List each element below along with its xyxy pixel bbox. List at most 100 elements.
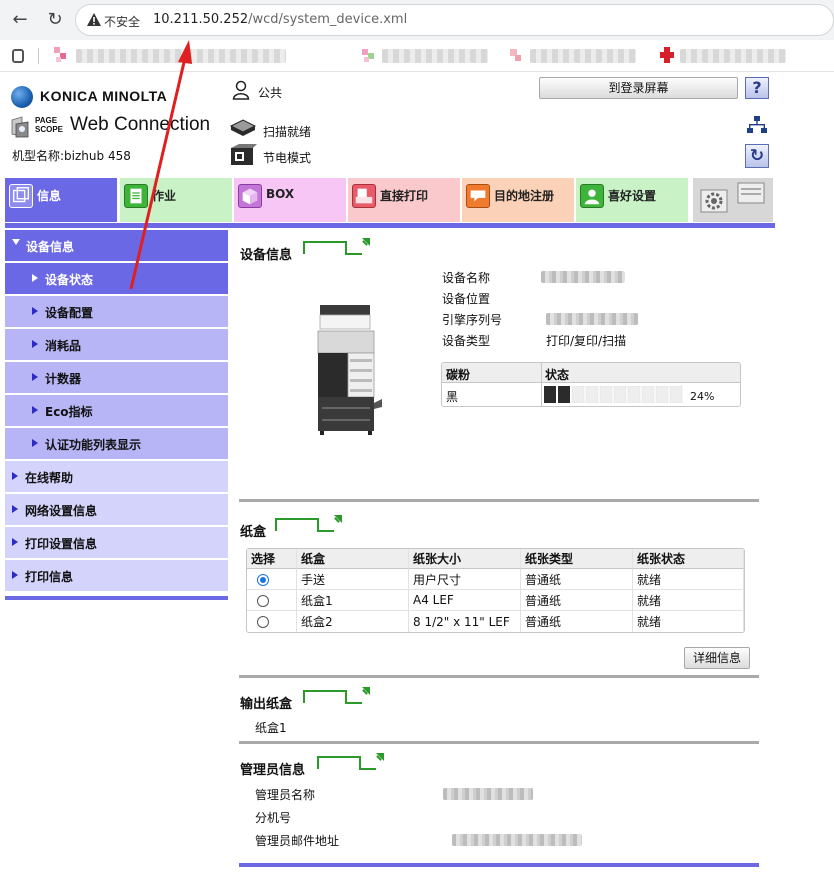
refresh-icon: ↻ xyxy=(749,146,765,166)
tray-cell: 纸盒2 xyxy=(297,611,409,632)
printer-device-image xyxy=(317,305,382,435)
toner-segment-filled xyxy=(544,386,556,403)
login-screen-button[interactable]: 到登录屏幕 xyxy=(539,77,738,99)
sidebar-item-network-settings[interactable]: 网络设置信息 xyxy=(5,494,228,526)
section-decoration-icon xyxy=(317,753,384,770)
model-name: 机型名称:bizhub 458 xyxy=(12,147,131,164)
toner-segment-empty xyxy=(641,386,655,403)
output-tray-value: 纸盒1 xyxy=(255,721,287,735)
browser-toolbar: ← ↻ 不安全 10.211.50.252/wcd/system_device.… xyxy=(0,0,834,40)
reload-icon[interactable]: ↻ xyxy=(43,8,67,32)
tab-jobs[interactable]: 作业 xyxy=(120,178,232,222)
sidebar-item-device-info[interactable]: 设备信息 xyxy=(5,230,228,262)
content-bottom-bar xyxy=(239,863,759,867)
admin-name-label: 管理员名称 xyxy=(255,788,316,802)
direct-print-tab-icon xyxy=(352,184,376,208)
section-decoration-icon xyxy=(303,687,370,704)
sidebar-item-consumables[interactable]: 消耗品 xyxy=(5,329,228,361)
size-cell: A4 LEF xyxy=(409,590,521,611)
tray-radio-button[interactable] xyxy=(257,573,269,586)
column-header: 纸张类型 xyxy=(521,549,633,569)
page-scope-icon xyxy=(11,116,29,138)
back-icon[interactable]: ← xyxy=(8,8,32,32)
tab-box[interactable]: BOX xyxy=(234,178,346,222)
toner-segment-empty xyxy=(655,386,669,403)
tab-label: 直接打印 xyxy=(380,189,429,203)
toner-segment-empty xyxy=(669,386,683,403)
table-header-row: 选择 纸盒 纸张大小 纸张类型 纸张状态 xyxy=(247,549,744,569)
toner-segment-empty xyxy=(627,386,641,403)
info-tab-icon xyxy=(9,184,33,208)
warning-icon[interactable] xyxy=(86,12,102,28)
product-name: Web Connection xyxy=(70,114,211,135)
tray-radio-button[interactable] xyxy=(257,616,269,628)
toner-column-header: 碳粉 xyxy=(446,368,471,382)
type-cell: 普通纸 xyxy=(521,590,633,611)
address-bar[interactable]: 不安全 10.211.50.252/wcd/system_device.xml xyxy=(75,4,834,36)
triangle-right-icon xyxy=(12,571,18,579)
tab-label: 信息 xyxy=(37,189,62,203)
help-button[interactable]: ? xyxy=(745,77,769,99)
bookmark-favicon-icon xyxy=(660,47,674,63)
toner-table-header xyxy=(442,363,740,383)
insecure-label: 不安全 xyxy=(104,15,141,29)
sidebar-item-counter[interactable]: 计数器 xyxy=(5,362,228,394)
tab-favorites[interactable]: 喜好设置 xyxy=(576,178,688,222)
sidebar-item-device-status[interactable]: 设备状态 xyxy=(5,263,228,295)
sidebar-item-auth-list[interactable]: 认证功能列表显示 xyxy=(5,428,228,460)
column-header: 纸张大小 xyxy=(409,549,521,569)
size-cell: 8 1/2" x 11" LEF xyxy=(409,611,521,632)
keyboard-icon xyxy=(737,182,765,204)
details-button[interactable]: 详细信息 xyxy=(684,647,750,669)
sidebar-item-print-settings[interactable]: 打印设置信息 xyxy=(5,527,228,559)
sidebar-item-print-info[interactable]: 打印信息 xyxy=(5,560,228,592)
section-decoration-icon xyxy=(303,238,370,255)
user-label: 公共 xyxy=(258,86,283,100)
refresh-button[interactable]: ↻ xyxy=(745,144,769,168)
toner-level-text: 24% xyxy=(690,390,715,403)
toner-color-name: 黑 xyxy=(446,390,459,404)
select-cell xyxy=(247,569,297,590)
triangle-right-icon xyxy=(12,538,18,546)
bookmark-favicon-icon xyxy=(362,49,374,62)
tab-information[interactable]: 信息 xyxy=(5,178,117,222)
tab-destination-registration[interactable]: 目的地注册 xyxy=(462,178,574,222)
box-tab-icon xyxy=(238,184,262,208)
scan-status-label: 扫描就绪 xyxy=(263,125,312,139)
select-cell xyxy=(247,611,297,632)
tab-direct-print[interactable]: 直接打印 xyxy=(348,178,460,222)
toner-segment-filled xyxy=(558,386,570,403)
triangle-right-icon xyxy=(32,340,38,348)
triangle-right-icon xyxy=(12,505,18,513)
bookmark-item[interactable] xyxy=(680,49,786,63)
url-path: /wcd/system_device.xml xyxy=(248,12,408,27)
brand-name: KONICA MINOLTA xyxy=(40,88,168,104)
toner-segment-empty xyxy=(571,386,585,403)
table-row: 纸盒1 A4 LEF 普通纸 就绪 xyxy=(247,590,744,611)
tray-cell: 纸盒1 xyxy=(297,590,409,611)
admin-email-redacted xyxy=(452,834,582,846)
sidebar-item-label: 消耗品 xyxy=(45,339,82,353)
expanded-triangle-icon xyxy=(12,239,20,245)
triangle-right-icon xyxy=(32,406,38,414)
sidebar-item-label: 打印信息 xyxy=(25,570,74,584)
bookmark-item[interactable] xyxy=(76,49,286,63)
sidebar-item-device-config[interactable]: 设备配置 xyxy=(5,296,228,328)
table-row: 纸盒2 8 1/2" x 11" LEF 普通纸 就绪 xyxy=(247,611,744,632)
tray-radio-button[interactable] xyxy=(257,594,269,607)
sidebar-item-online-help[interactable]: 在线帮助 xyxy=(5,461,228,493)
sidebar-item-eco[interactable]: Eco指标 xyxy=(5,395,228,427)
sidebar-item-label: 计数器 xyxy=(45,372,82,386)
network-icon[interactable] xyxy=(747,116,767,134)
tab-underline xyxy=(5,223,775,228)
bookmark-item[interactable] xyxy=(530,49,636,63)
tab-admin[interactable] xyxy=(693,178,773,222)
page-scope-line2: SCOPE xyxy=(35,125,64,134)
device-type-value: 打印/复印/扫描 xyxy=(546,334,627,348)
section-divider xyxy=(239,741,759,744)
device-name-redacted xyxy=(541,271,625,283)
bookmark-item[interactable] xyxy=(382,49,488,63)
size-cell: 用户尺寸 xyxy=(409,569,521,590)
reading-list-icon[interactable] xyxy=(12,49,24,63)
column-header: 纸盒 xyxy=(297,549,409,569)
